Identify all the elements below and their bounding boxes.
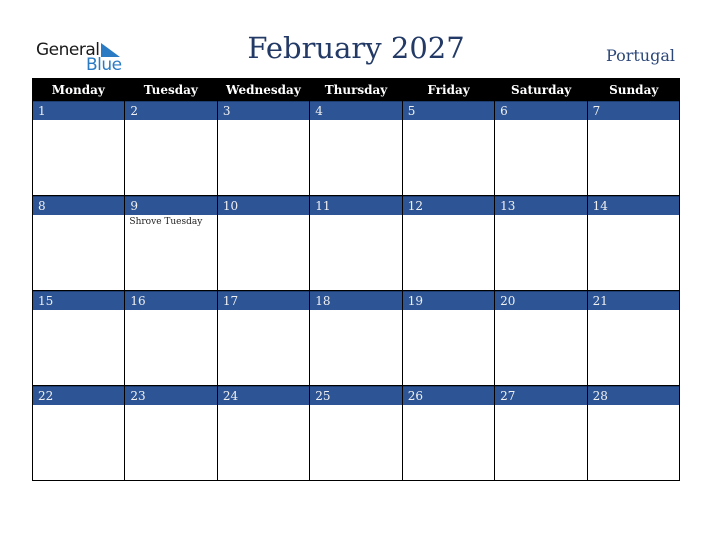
day-cell[interactable]: 10 [217,196,311,290]
day-cell[interactable]: 11 [310,196,403,290]
weekday-header-sunday: Sunday [609,83,659,97]
day-number: 15 [33,291,125,310]
day-cell[interactable]: 24 [217,386,311,480]
day-cell[interactable]: 28 [587,386,680,480]
day-number: 23 [125,386,217,405]
day-number: 14 [587,196,679,215]
weekday-header-friday: Friday [427,83,470,97]
day-number: 22 [33,386,125,405]
weekday-header-thursday: Thursday [324,83,388,97]
day-cell[interactable]: 2 [125,101,218,195]
day-number: 25 [310,386,402,405]
day-cell[interactable]: 4 [310,101,403,195]
weekday-header-saturday: Saturday [511,83,572,97]
day-cell[interactable]: 21 [587,291,680,385]
week-row: 22 23 24 25 26 27 28 [32,386,680,481]
day-number: 3 [217,101,310,120]
day-cell[interactable]: 7 [587,101,680,195]
day-number: 20 [495,291,587,310]
day-number: 17 [217,291,310,310]
day-number: 9 [125,196,217,215]
day-number: 6 [495,101,587,120]
weeks-container: 1 2 3 4 5 6 7 8 9 Shrove Tuesday 10 11 12 13 14 15 16 17 1… [32,101,680,481]
day-cell[interactable]: 27 [495,386,588,480]
day-number: 18 [310,291,402,310]
weekday-header-monday: Monday [51,83,105,97]
day-cell[interactable]: 25 [310,386,403,480]
day-number: 24 [217,386,310,405]
day-cell[interactable]: 1 [33,101,126,195]
day-number: 8 [33,196,125,215]
day-number: 21 [587,291,679,310]
week-row: 1234567 [32,101,680,196]
day-number: 4 [310,101,402,120]
day-cell[interactable]: 8 [33,196,126,290]
country-label: Portugal [605,46,675,65]
day-cell[interactable]: 23 [125,386,218,480]
week-row: 15 16 17 18 19 20 21 [32,291,680,386]
day-number: 7 [587,101,679,120]
day-cell[interactable]: 17 [217,291,311,385]
day-number: 13 [495,196,587,215]
day-cell[interactable]: 5 [402,101,496,195]
day-cell[interactable]: 16 [125,291,218,385]
day-number: 1 [33,101,125,120]
day-cell[interactable]: 18 [310,291,403,385]
day-cell[interactable]: 12 [402,196,496,290]
day-cell[interactable]: 22 [33,386,126,480]
day-number: 19 [402,291,495,310]
day-number: 2 [125,101,217,120]
weekday-header-tuesday: Tuesday [143,83,198,97]
weekday-header-wednesday: Wednesday [226,83,301,97]
weekday-header-row: Monday Tuesday Wednesday Thursday Friday Satu… [32,78,680,101]
holiday-label: Shrove Tuesday [129,217,203,227]
day-cell[interactable]: 3 [217,101,311,195]
day-number: 11 [310,196,402,215]
week-row: 8 9 Shrove Tuesday 10 11 12 13 14 [32,196,680,291]
day-number: 27 [495,386,587,405]
day-number: 5 [402,101,495,120]
day-cell[interactable]: 26 [402,386,496,480]
day-number: 12 [402,196,495,215]
day-number: 28 [587,386,679,405]
day-cell[interactable]: 6 [495,101,588,195]
day-cell[interactable]: 9 Shrove Tuesday [125,196,218,290]
day-number: 16 [125,291,217,310]
calendar-grid: Monday Tuesday Wednesday Thursday Friday Satu… [32,78,680,481]
day-number: 26 [402,386,495,405]
day-cell[interactable]: 19 [402,291,496,385]
day-cell[interactable]: 14 [587,196,680,290]
day-cell[interactable]: 15 [33,291,126,385]
day-cell[interactable]: 20 [495,291,588,385]
day-cell[interactable]: 13 [495,196,588,290]
day-number: 10 [217,196,310,215]
